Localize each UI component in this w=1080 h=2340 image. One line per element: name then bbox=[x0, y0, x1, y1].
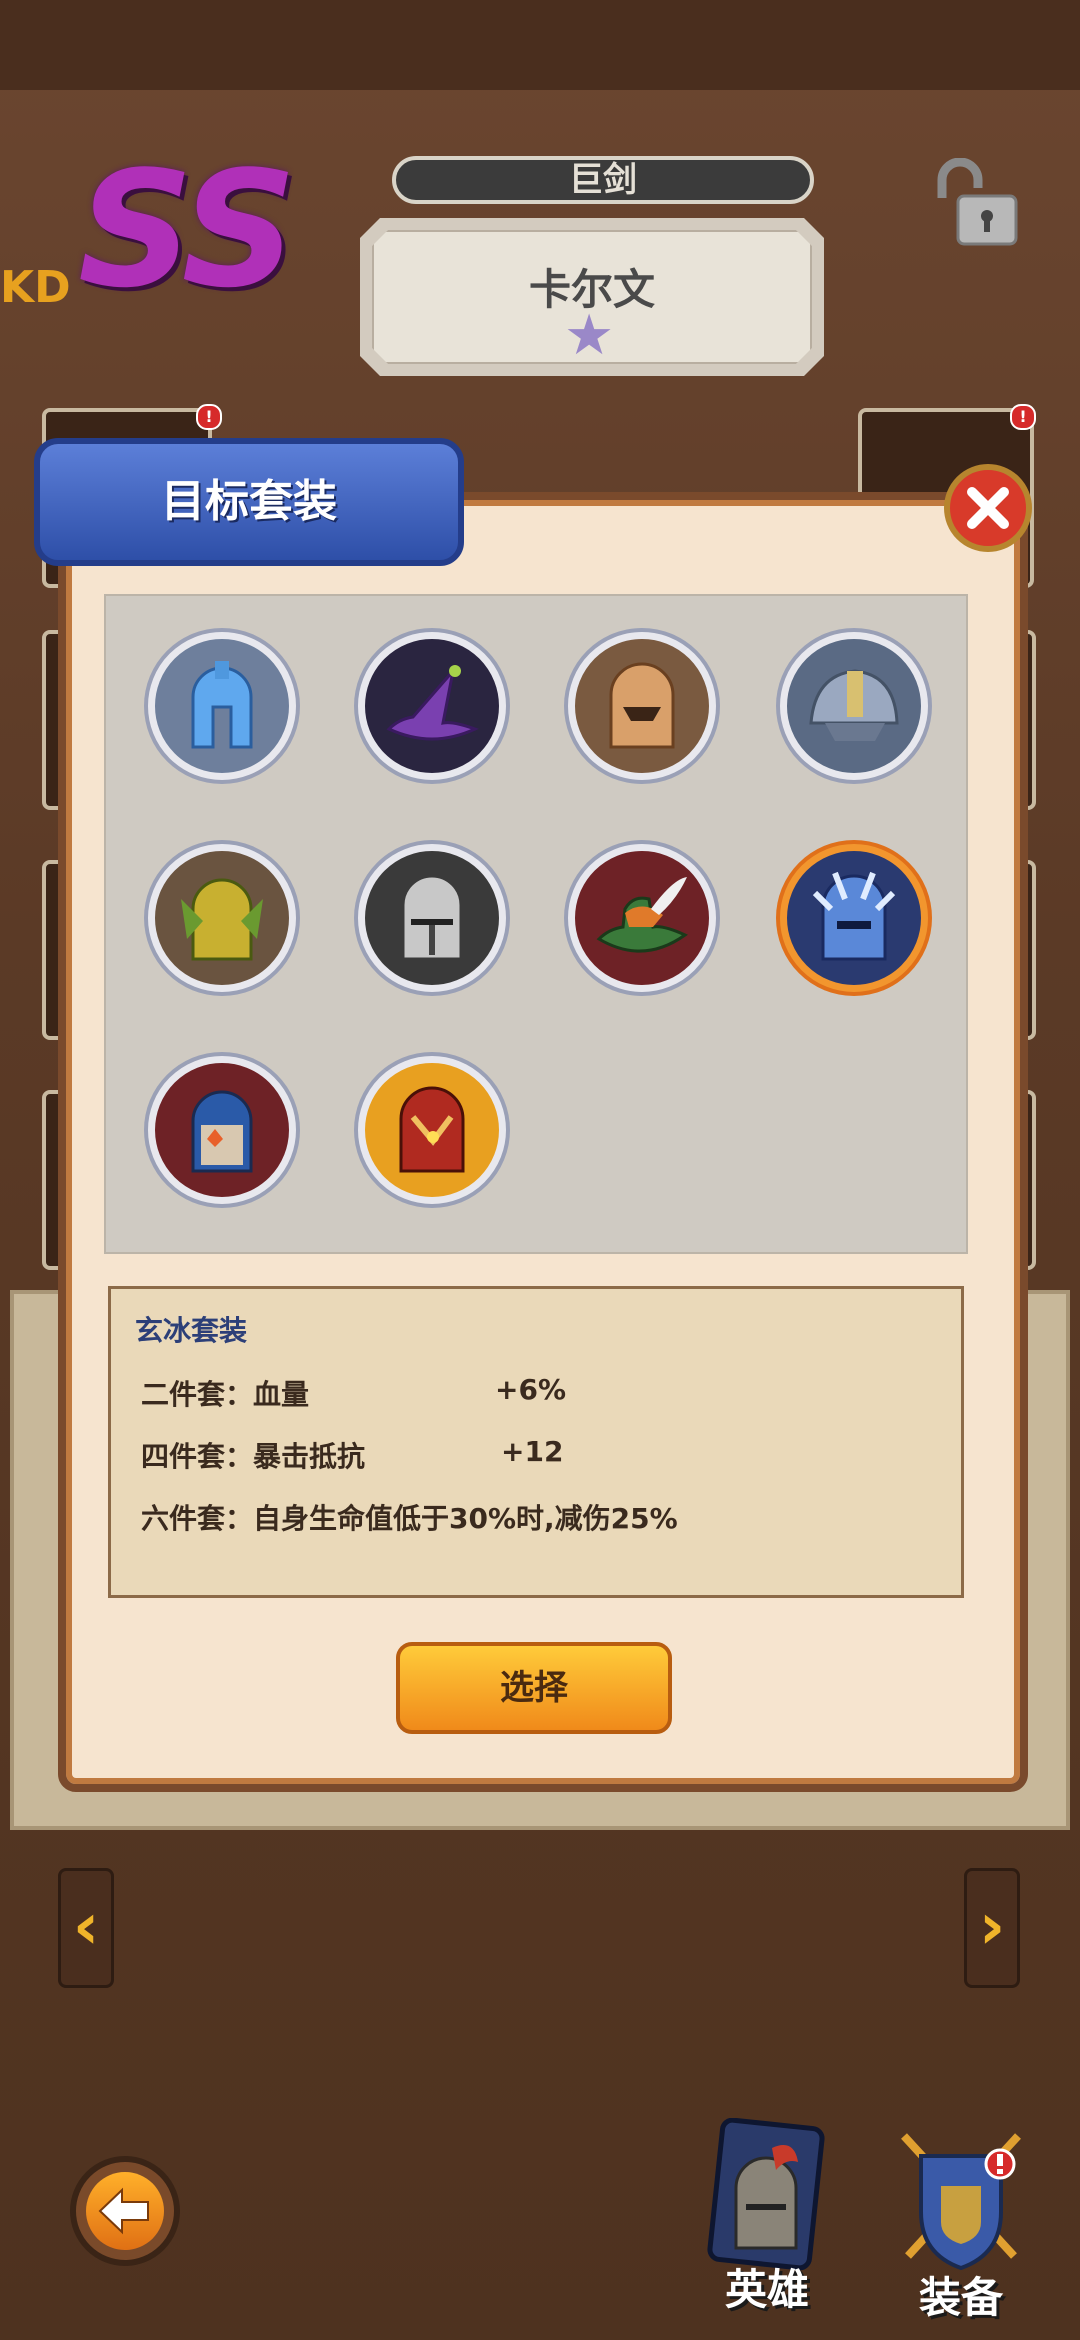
rank-grade: SS bbox=[78, 136, 297, 323]
next-hero-button[interactable]: › bbox=[964, 1868, 1020, 1988]
rank-prefix: KD bbox=[0, 262, 71, 313]
dialog-title: 目标套装 bbox=[34, 438, 464, 566]
bonus-six-piece: 六件套：自身生命值低于30%时,减伤25% bbox=[141, 1497, 678, 1537]
top-band bbox=[0, 0, 1080, 90]
bonus-four-piece: 四件套：暴击抵抗 +12 bbox=[141, 1435, 563, 1475]
select-button[interactable]: 选择 bbox=[396, 1642, 672, 1734]
red-blue-knight-helmet-icon bbox=[191, 1090, 253, 1173]
feathered-hunter-hat-icon bbox=[596, 877, 688, 953]
silver-great-helm-icon bbox=[401, 874, 463, 961]
ice-knight-helmet-icon bbox=[812, 871, 896, 961]
set-option[interactable] bbox=[568, 632, 716, 780]
chevron-right-icon: › bbox=[978, 1890, 1006, 1964]
steel-sallet-helmet-icon bbox=[809, 669, 899, 741]
blue-spartan-helmet-icon bbox=[191, 661, 253, 749]
star-icon: ★ bbox=[564, 303, 615, 368]
bonus-value: +12 bbox=[501, 1435, 564, 1468]
set-option[interactable] bbox=[358, 632, 506, 780]
set-name: 玄冰套装 bbox=[135, 1314, 248, 1347]
bonus-value: +6% bbox=[495, 1373, 566, 1406]
crimson-gold-helmet-icon bbox=[399, 1086, 465, 1173]
set-option[interactable] bbox=[358, 1056, 506, 1204]
set-option[interactable] bbox=[148, 844, 296, 992]
set-option[interactable] bbox=[568, 844, 716, 992]
bonus-label: 六件套：自身生命值低于30%时,减伤25% bbox=[141, 1502, 678, 1535]
bonus-label: 二件套：血量 bbox=[141, 1378, 310, 1411]
bronze-winged-helmet-icon bbox=[609, 662, 675, 749]
close-icon bbox=[967, 487, 1009, 529]
set-option[interactable] bbox=[780, 632, 928, 780]
unlocked-padlock-icon[interactable] bbox=[928, 158, 1024, 248]
chevron-left-icon: ‹ bbox=[72, 1890, 100, 1964]
bonus-label: 四件套：暴击抵抗 bbox=[141, 1440, 366, 1473]
back-button[interactable] bbox=[70, 2156, 180, 2266]
set-option[interactable] bbox=[148, 1056, 296, 1204]
gold-green-knight-helmet-icon bbox=[181, 878, 263, 961]
equipment-tab[interactable]: 装备 bbox=[886, 2126, 1036, 2325]
set-option-selected[interactable] bbox=[780, 844, 928, 992]
prev-hero-button[interactable]: ‹ bbox=[58, 1868, 114, 1988]
set-bonus-panel: 玄冰套装 二件套：血量 +6% 四件套：暴击抵抗 +12 六件套：自身生命值低于… bbox=[108, 1286, 964, 1598]
shield-swords-icon bbox=[901, 2133, 1021, 2271]
hero-name-plate: 卡尔文 ★ bbox=[360, 218, 824, 376]
alert-badge: ! bbox=[196, 404, 222, 430]
weapon-type-label: 巨剑 bbox=[392, 156, 814, 204]
set-option[interactable] bbox=[358, 844, 506, 992]
purple-wizard-hat-icon bbox=[386, 665, 479, 741]
hero-tab[interactable]: 英雄 bbox=[692, 2117, 842, 2317]
back-arrow-icon bbox=[98, 2187, 149, 2235]
bonus-two-piece: 二件套：血量 +6% bbox=[141, 1373, 566, 1413]
knight-card-icon bbox=[707, 2117, 825, 2271]
close-button[interactable] bbox=[944, 464, 1032, 552]
set-option[interactable] bbox=[148, 632, 296, 780]
alert-badge: ! bbox=[1010, 404, 1036, 430]
